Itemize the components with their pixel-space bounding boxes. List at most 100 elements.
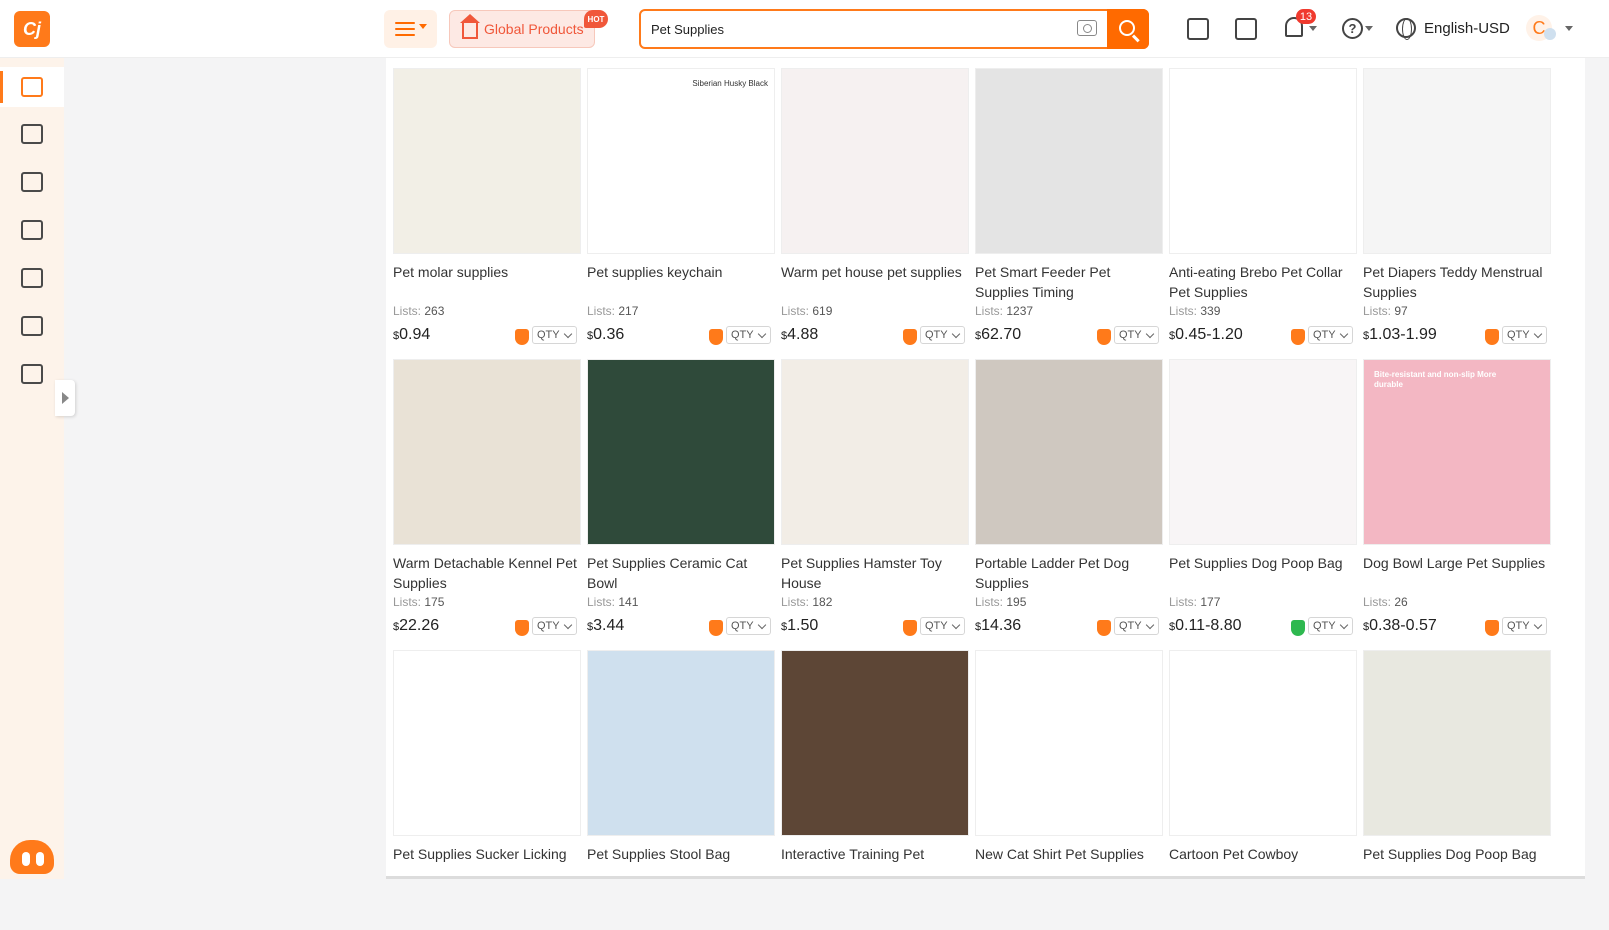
qty-dropdown[interactable]: QTY [920,617,965,635]
product-title[interactable]: Pet Supplies Hamster Toy House [781,553,971,593]
chevron-down-icon[interactable] [1365,26,1373,31]
product-image[interactable] [1363,650,1551,836]
product-image[interactable] [1169,650,1357,836]
product-card[interactable]: Pet Supplies Sucker Licking [386,640,581,930]
logo[interactable]: Cj [14,11,50,47]
qty-dropdown[interactable]: QTY [920,326,965,344]
shield-icon[interactable] [1485,329,1499,345]
task-check-icon[interactable] [1235,18,1257,40]
product-card[interactable]: Anti-eating Brebo Pet Collar Pet Supplie… [1162,58,1357,348]
search-input[interactable] [651,19,1071,39]
product-image[interactable] [393,650,581,836]
sidebar-item-store[interactable] [0,306,64,346]
product-title[interactable]: Warm Detachable Kennel Pet Supplies [393,553,583,593]
search-button[interactable] [1107,9,1149,49]
product-card[interactable]: Pet Supplies Stool Bag [580,640,775,930]
shield-icon[interactable] [903,620,917,636]
product-image[interactable]: Siberian Husky Black [587,68,775,254]
sidebar-item-orders[interactable] [0,162,64,202]
product-title[interactable]: Pet Supplies Dog Poop Bag [1363,844,1553,864]
shield-icon[interactable] [1291,620,1305,636]
shield-icon[interactable] [515,329,529,345]
help-icon[interactable]: ? [1342,18,1363,39]
product-title[interactable]: Pet supplies keychain [587,262,777,282]
video-icon[interactable] [1187,18,1209,40]
product-card[interactable]: Warm Detachable Kennel Pet Supplies Lists… [386,349,581,639]
product-title[interactable]: Pet Diapers Teddy Menstrual Supplies [1363,262,1553,302]
product-card[interactable]: Pet Supplies Dog Poop Bag Lists: 177 $0.11… [1162,349,1357,639]
chevron-down-icon[interactable] [1565,26,1573,31]
shield-icon[interactable] [515,620,529,636]
product-image[interactable] [587,359,775,545]
product-image[interactable] [1169,68,1357,254]
product-card[interactable]: Pet Supplies Hamster Toy House Lists: 182… [774,349,969,639]
product-title[interactable]: Warm pet house pet supplies [781,262,971,282]
qty-dropdown[interactable]: QTY [532,617,577,635]
scrollbar-track[interactable] [1585,58,1609,879]
product-image[interactable] [781,650,969,836]
qty-dropdown[interactable]: QTY [1308,617,1353,635]
qty-dropdown[interactable]: QTY [726,326,771,344]
product-title[interactable]: Pet Supplies Dog Poop Bag [1169,553,1359,573]
product-image[interactable] [587,650,775,836]
product-card[interactable]: Pet Supplies Dog Poop Bag [1356,640,1551,930]
product-image[interactable] [393,68,581,254]
category-menu-button[interactable] [384,10,437,48]
product-title[interactable]: Pet Smart Feeder Pet Supplies Timing [975,262,1165,302]
product-card[interactable]: Siberian Husky Black Pet supplies keychai… [580,58,775,348]
shield-icon[interactable] [1485,620,1499,636]
product-card[interactable]: Pet molar supplies Lists: 263 $0.94 QTY [386,58,581,348]
product-card[interactable]: Pet Supplies Ceramic Cat Bowl Lists: 141 $… [580,349,775,639]
camera-icon[interactable] [1077,20,1097,36]
product-image[interactable] [975,68,1163,254]
shield-icon[interactable] [1097,620,1111,636]
shield-icon[interactable] [709,620,723,636]
product-title[interactable]: New Cat Shirt Pet Supplies [975,844,1165,864]
shield-icon[interactable] [903,329,917,345]
product-title[interactable]: Pet Supplies Ceramic Cat Bowl [587,553,777,593]
product-image[interactable] [1363,68,1551,254]
sidebar-item-lists[interactable] [0,210,64,250]
qty-dropdown[interactable]: QTY [532,326,577,344]
product-title[interactable]: Portable Ladder Pet Dog Supplies [975,553,1165,593]
product-image[interactable] [1169,359,1357,545]
global-products-button[interactable]: Global Products [449,10,595,48]
qty-dropdown[interactable]: QTY [1502,617,1547,635]
product-image[interactable] [781,68,969,254]
globe-icon[interactable] [1396,18,1416,40]
chat-assistant-button[interactable] [2,832,62,874]
product-image[interactable]: Bite-resistant and non-slip More durable [1363,359,1551,545]
shield-icon[interactable] [1097,329,1111,345]
qty-dropdown[interactable]: QTY [726,617,771,635]
product-card[interactable]: Portable Ladder Pet Dog Supplies Lists: 1… [968,349,1163,639]
product-image[interactable] [975,359,1163,545]
qty-dropdown[interactable]: QTY [1114,617,1159,635]
product-image[interactable] [975,650,1163,836]
shield-icon[interactable] [709,329,723,345]
product-title[interactable]: Anti-eating Brebo Pet Collar Pet Supplie… [1169,262,1359,302]
sidebar-expand-button[interactable] [55,380,75,416]
product-image[interactable] [393,359,581,545]
product-card[interactable]: Interactive Training Pet [774,640,969,930]
sidebar-item-product-search[interactable] [0,67,64,107]
qty-dropdown[interactable]: QTY [1308,326,1353,344]
sidebar-item-cart[interactable] [0,114,64,154]
product-card[interactable]: Warm pet house pet supplies Lists: 619 $4.… [774,58,969,348]
product-image[interactable] [781,359,969,545]
qty-dropdown[interactable]: QTY [1502,326,1547,344]
product-title[interactable]: Pet molar supplies [393,262,583,282]
product-card[interactable]: Pet Diapers Teddy Menstrual Supplies List… [1356,58,1551,348]
product-card[interactable]: New Cat Shirt Pet Supplies [968,640,1163,930]
shield-icon[interactable] [1291,329,1305,345]
product-title[interactable]: Cartoon Pet Cowboy [1169,844,1359,864]
product-card[interactable]: Cartoon Pet Cowboy [1162,640,1357,930]
product-card[interactable]: Bite-resistant and non-slip More durable… [1356,349,1551,639]
qty-dropdown[interactable]: QTY [1114,326,1159,344]
product-title[interactable]: Dog Bowl Large Pet Supplies [1363,553,1553,573]
product-title[interactable]: Pet Supplies Sucker Licking [393,844,583,864]
product-title[interactable]: Interactive Training Pet [781,844,971,864]
sidebar-item-bundles[interactable] [0,258,64,298]
product-title[interactable]: Pet Supplies Stool Bag [587,844,777,864]
product-card[interactable]: Pet Smart Feeder Pet Supplies Timing List… [968,58,1163,348]
language-selector[interactable]: English-USD [1424,20,1510,37]
